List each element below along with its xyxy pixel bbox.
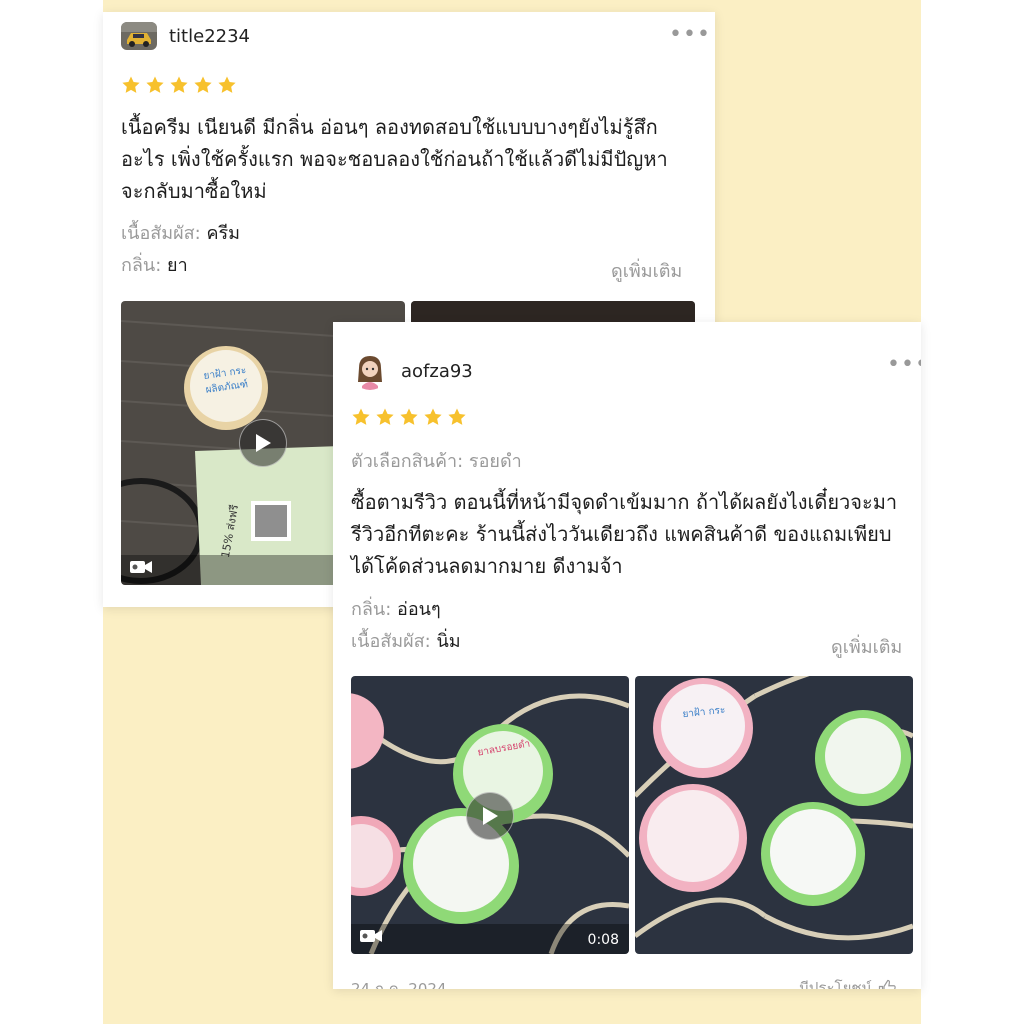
- star-icon: [400, 408, 418, 425]
- review-text-line: รีวิวอีกทีตะคะ ร้านนี้ส่งไววันเดียวถึง แ…: [351, 522, 892, 546]
- play-icon[interactable]: [239, 419, 287, 467]
- review-text-line: เนื้อครีม เนียนดี มีกลิ่น อ่อนๆ ลองทดสอบ…: [121, 115, 658, 139]
- star-icon: [194, 76, 212, 93]
- see-more-link[interactable]: ดูเพิ่มเติม: [831, 632, 902, 661]
- video-duration: 0:08: [587, 932, 619, 948]
- helpful-label: มีประโยชน์: [799, 979, 872, 989]
- review-header: aofza93: [351, 352, 473, 390]
- review-text-line: อะไร เพิ่งใช้ครั้งแรก พอจะชอบลองใช้ก่อนถ…: [121, 147, 668, 171]
- star-icon: [218, 76, 236, 93]
- star-icon: [376, 408, 394, 425]
- attribute-value: ยา: [167, 255, 188, 276]
- attribute-texture: เนื้อสัมผัส: ครีม: [121, 219, 240, 249]
- attribute-key: เนื้อสัมผัส:: [351, 631, 437, 652]
- review-photo[interactable]: ยาฝ้า กระ: [635, 676, 913, 954]
- option-value: รอยดำ: [468, 451, 522, 472]
- review-text: เนื้อครีม เนียนดี มีกลิ่น อ่อนๆ ลองทดสอบ…: [121, 111, 668, 207]
- option-key: ตัวเลือกสินค้า:: [351, 451, 469, 472]
- thumbs-up-icon: [878, 979, 896, 989]
- review-date: 24 ก.ค. 2024: [351, 980, 447, 989]
- star-rating: [351, 407, 467, 427]
- attribute-key: เนื้อสัมผัส:: [121, 223, 207, 244]
- username[interactable]: aofza93: [401, 361, 473, 382]
- star-icon: [146, 76, 164, 93]
- star-rating: [121, 75, 237, 95]
- see-more-link[interactable]: ดูเพิ่มเติม: [611, 256, 682, 285]
- helpful-button[interactable]: มีประโยชน์: [799, 976, 896, 989]
- review-card-2: aofza93 ••• ตัวเลือกสินค้า: รอยดำ ซื้อตา…: [333, 322, 921, 989]
- avatar[interactable]: [121, 22, 157, 50]
- review-header: title2234: [121, 22, 250, 50]
- attribute-scent: กลิ่น: ยา: [121, 251, 188, 281]
- avatar[interactable]: [351, 352, 389, 390]
- more-options-icon[interactable]: •••: [669, 22, 711, 47]
- star-icon: [352, 408, 370, 425]
- review-text-line: ซื้อตามรีวิว ตอนนี้ที่หน้ามีจุดดำเข้มมาก…: [351, 490, 898, 514]
- attribute-texture: เนื้อสัมผัส: นิ่ม: [351, 627, 461, 657]
- star-icon: [424, 408, 442, 425]
- star-icon: [170, 76, 188, 93]
- review-text-line: ได้โค้ดส่วนลดมากมาย ดีงามจ้า: [351, 554, 623, 578]
- star-icon: [122, 76, 140, 93]
- attribute-value: อ่อนๆ: [397, 599, 441, 620]
- product-option: ตัวเลือกสินค้า: รอยดำ: [351, 447, 522, 477]
- attribute-value: นิ่ม: [436, 631, 461, 652]
- review-video-thumbnail[interactable]: ยาลบรอยดำ 0:08: [351, 676, 629, 954]
- video-camera-icon: [129, 559, 153, 579]
- attribute-scent: กลิ่น: อ่อนๆ: [351, 595, 441, 625]
- play-icon[interactable]: [466, 792, 514, 840]
- attribute-value: ครีม: [206, 223, 241, 244]
- review-text: ซื้อตามรีวิว ตอนนี้ที่หน้ามีจุดดำเข้มมาก…: [351, 486, 897, 582]
- attribute-key: กลิ่น:: [351, 599, 398, 620]
- more-options-icon[interactable]: •••: [887, 352, 921, 377]
- video-camera-icon: [359, 928, 383, 948]
- review-text-line: จะกลับมาซื้อใหม่: [121, 179, 267, 203]
- attribute-key: กลิ่น:: [121, 255, 168, 276]
- username[interactable]: title2234: [169, 26, 250, 47]
- star-icon: [448, 408, 466, 425]
